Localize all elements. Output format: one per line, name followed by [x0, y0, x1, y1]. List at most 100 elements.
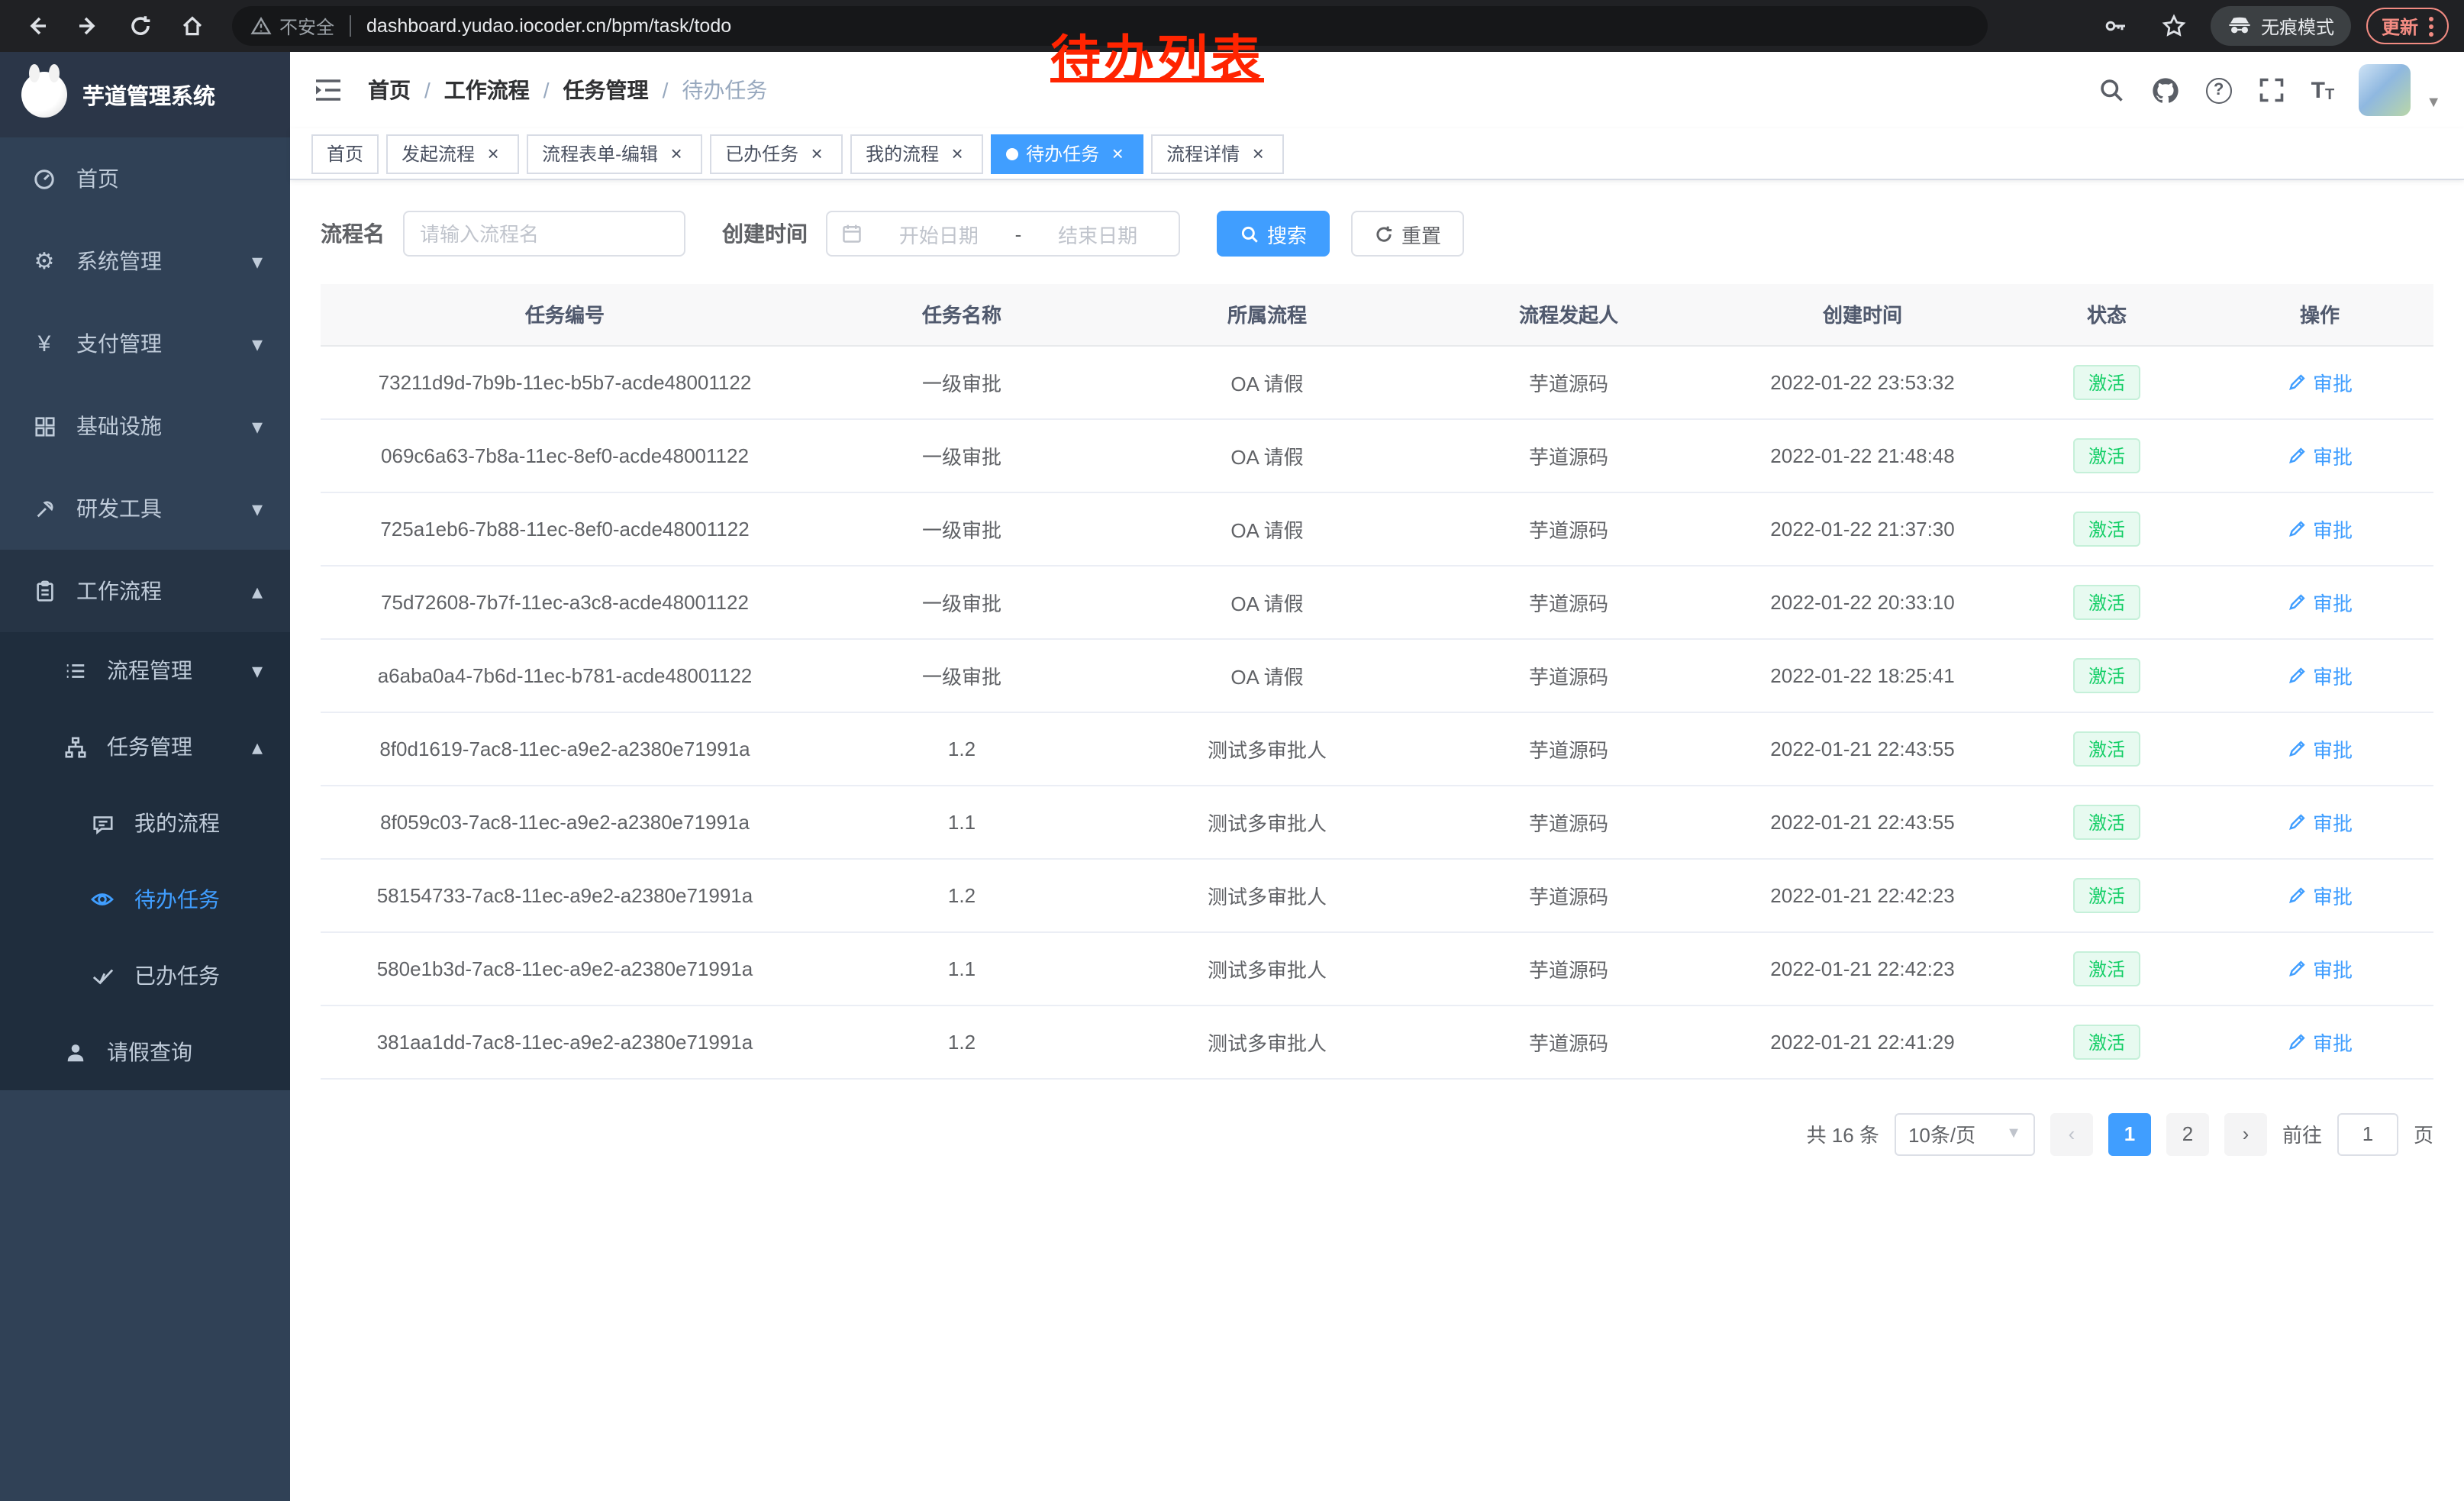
sidebar-item-process-mgmt[interactable]: 流程管理 ▾: [0, 632, 290, 709]
cell-created: 2022-01-21 22:43:55: [1717, 712, 2008, 785]
tab-label: 首页: [327, 140, 363, 166]
approve-link[interactable]: 审批: [2287, 954, 2353, 983]
sidebar-item-todo-task[interactable]: 待办任务: [0, 861, 290, 938]
password-key-icon[interactable]: [2095, 5, 2137, 47]
screenshot-root: 不安全 dashboard.yudao.iocoder.cn/bpm/task/…: [0, 0, 2464, 1501]
approve-link[interactable]: 审批: [2287, 587, 2353, 616]
approve-link[interactable]: 审批: [2287, 367, 2353, 396]
sidebar-item-done-task[interactable]: 已办任务: [0, 938, 290, 1014]
tab-close-icon[interactable]: ×: [947, 143, 968, 164]
page-button-1[interactable]: 1: [2108, 1112, 2151, 1155]
tab-close-icon[interactable]: ×: [1107, 143, 1128, 164]
cell-process: 测试多审批人: [1114, 931, 1420, 1005]
bookmark-star-icon[interactable]: [2153, 5, 2195, 47]
status-badge: 激活: [2073, 511, 2140, 546]
approve-link[interactable]: 审批: [2287, 441, 2353, 470]
edit-icon: [2287, 958, 2307, 978]
yen-icon: ¥: [27, 331, 61, 357]
tab-close-icon[interactable]: ×: [482, 143, 504, 164]
approve-link[interactable]: 审批: [2287, 660, 2353, 689]
page-button-2[interactable]: 2: [2166, 1112, 2209, 1155]
approve-link[interactable]: 审批: [2287, 880, 2353, 909]
cell-task-name: 一级审批: [809, 565, 1114, 638]
approve-link[interactable]: 审批: [2287, 1027, 2353, 1056]
eye-icon: [85, 887, 119, 912]
cell-created: 2022-01-21 22:42:23: [1717, 858, 2008, 931]
font-size-icon[interactable]: TT: [2311, 77, 2335, 103]
reset-button[interactable]: 重置: [1351, 211, 1464, 257]
next-page-button[interactable]: ›: [2224, 1112, 2267, 1155]
approve-link[interactable]: 审批: [2287, 807, 2353, 836]
end-date-placeholder: 结束日期: [1030, 219, 1165, 248]
tab-待办任务[interactable]: 待办任务×: [991, 134, 1143, 173]
back-icon[interactable]: [15, 5, 58, 47]
chevron-up-icon: ▴: [252, 578, 263, 604]
flowchart-icon: [58, 735, 92, 758]
tab-close-icon[interactable]: ×: [666, 143, 687, 164]
sidebar-item-my-process[interactable]: 我的流程: [0, 785, 290, 861]
date-range-picker[interactable]: 开始日期 - 结束日期: [826, 211, 1180, 257]
status-badge: 激活: [2073, 804, 2140, 839]
sidebar-item-home[interactable]: 首页: [0, 137, 290, 220]
cell-task-id: 8f059c03-7ac8-11ec-a9e2-a2380e71991a: [321, 785, 809, 858]
page-size-select[interactable]: 10条/页 ▼: [1895, 1112, 2035, 1155]
avatar-caret-icon[interactable]: ▼: [2426, 95, 2441, 116]
fullscreen-icon[interactable]: [2256, 75, 2287, 105]
github-icon[interactable]: [2151, 75, 2182, 105]
avatar[interactable]: [2359, 64, 2411, 116]
goto-page-input[interactable]: [2337, 1112, 2398, 1155]
main-content: 首页 / 工作流程 / 任务管理 / 待办任务 ?: [290, 52, 2464, 1501]
tab-流程表单-编辑[interactable]: 流程表单-编辑 ×: [527, 134, 702, 173]
url-text[interactable]: dashboard.yudao.iocoder.cn/bpm/task/todo: [366, 15, 731, 37]
refresh-icon[interactable]: [119, 5, 162, 47]
cell-initiator: 芋道源码: [1420, 785, 1717, 858]
cell-task-id: 580e1b3d-7ac8-11ec-a9e2-a2380e71991a: [321, 931, 809, 1005]
tab-发起流程[interactable]: 发起流程×: [386, 134, 519, 173]
sidebar-item-devtools[interactable]: 研发工具 ▾: [0, 467, 290, 550]
table-row: 8f059c03-7ac8-11ec-a9e2-a2380e71991a1.1测…: [321, 785, 2433, 858]
tab-close-icon[interactable]: ×: [806, 143, 827, 164]
edit-icon: [2287, 665, 2307, 685]
approve-link[interactable]: 审批: [2287, 514, 2353, 543]
goto-unit: 页: [2414, 1119, 2433, 1148]
sidebar-item-infrastructure[interactable]: 基础设施 ▾: [0, 385, 290, 467]
cell-task-name: 一级审批: [809, 492, 1114, 565]
sidebar-item-task-mgmt[interactable]: 任务管理 ▴: [0, 709, 290, 785]
breadcrumb-task-mgmt[interactable]: 任务管理: [563, 75, 649, 105]
sidebar-item-leave-query[interactable]: 请假查询: [0, 1014, 290, 1090]
breadcrumb-home[interactable]: 首页: [368, 75, 411, 105]
cell-initiator: 芋道源码: [1420, 712, 1717, 785]
page-buttons: 12: [2108, 1112, 2209, 1155]
breadcrumb: 首页 / 工作流程 / 任务管理 / 待办任务: [368, 75, 767, 105]
sidebar-item-workflow[interactable]: 工作流程 ▴: [0, 550, 290, 632]
app-logo-row[interactable]: 芋道管理系统: [0, 52, 290, 137]
tab-流程详情[interactable]: 流程详情×: [1151, 134, 1284, 173]
active-tab-dot: [1006, 147, 1018, 160]
dashboard-icon: [27, 166, 61, 191]
cell-initiator: 芋道源码: [1420, 1005, 1717, 1078]
prev-page-button[interactable]: ‹: [2050, 1112, 2093, 1155]
tab-label: 流程表单-编辑: [542, 140, 658, 166]
breadcrumb-workflow[interactable]: 工作流程: [444, 75, 530, 105]
forward-icon[interactable]: [67, 5, 110, 47]
search-icon[interactable]: [2096, 75, 2127, 105]
sidebar-item-system[interactable]: ⚙ 系统管理 ▾: [0, 220, 290, 302]
process-name-input[interactable]: [403, 211, 685, 257]
approve-link[interactable]: 审批: [2287, 734, 2353, 763]
help-icon[interactable]: ?: [2206, 77, 2232, 103]
cell-created: 2022-01-21 22:41:29: [1717, 1005, 2008, 1078]
tab-已办任务[interactable]: 已办任务×: [710, 134, 843, 173]
search-button[interactable]: 搜索: [1217, 211, 1330, 257]
sidebar-item-payment[interactable]: ¥ 支付管理 ▾: [0, 302, 290, 385]
tab-close-icon[interactable]: ×: [1247, 143, 1269, 164]
site-security[interactable]: 不安全: [250, 13, 334, 39]
browser-update-button[interactable]: 更新: [2366, 8, 2449, 44]
table-row: a6aba0a4-7b6d-11ec-b781-acde48001122一级审批…: [321, 638, 2433, 712]
home-icon[interactable]: [171, 5, 214, 47]
tab-首页[interactable]: 首页: [311, 134, 379, 173]
tab-我的流程[interactable]: 我的流程×: [850, 134, 983, 173]
approve-link-label: 审批: [2313, 660, 2353, 689]
status-badge: 激活: [2073, 1024, 2140, 1059]
sidebar-collapse-icon[interactable]: [313, 73, 347, 107]
browser-menu-icon[interactable]: [2429, 16, 2433, 36]
